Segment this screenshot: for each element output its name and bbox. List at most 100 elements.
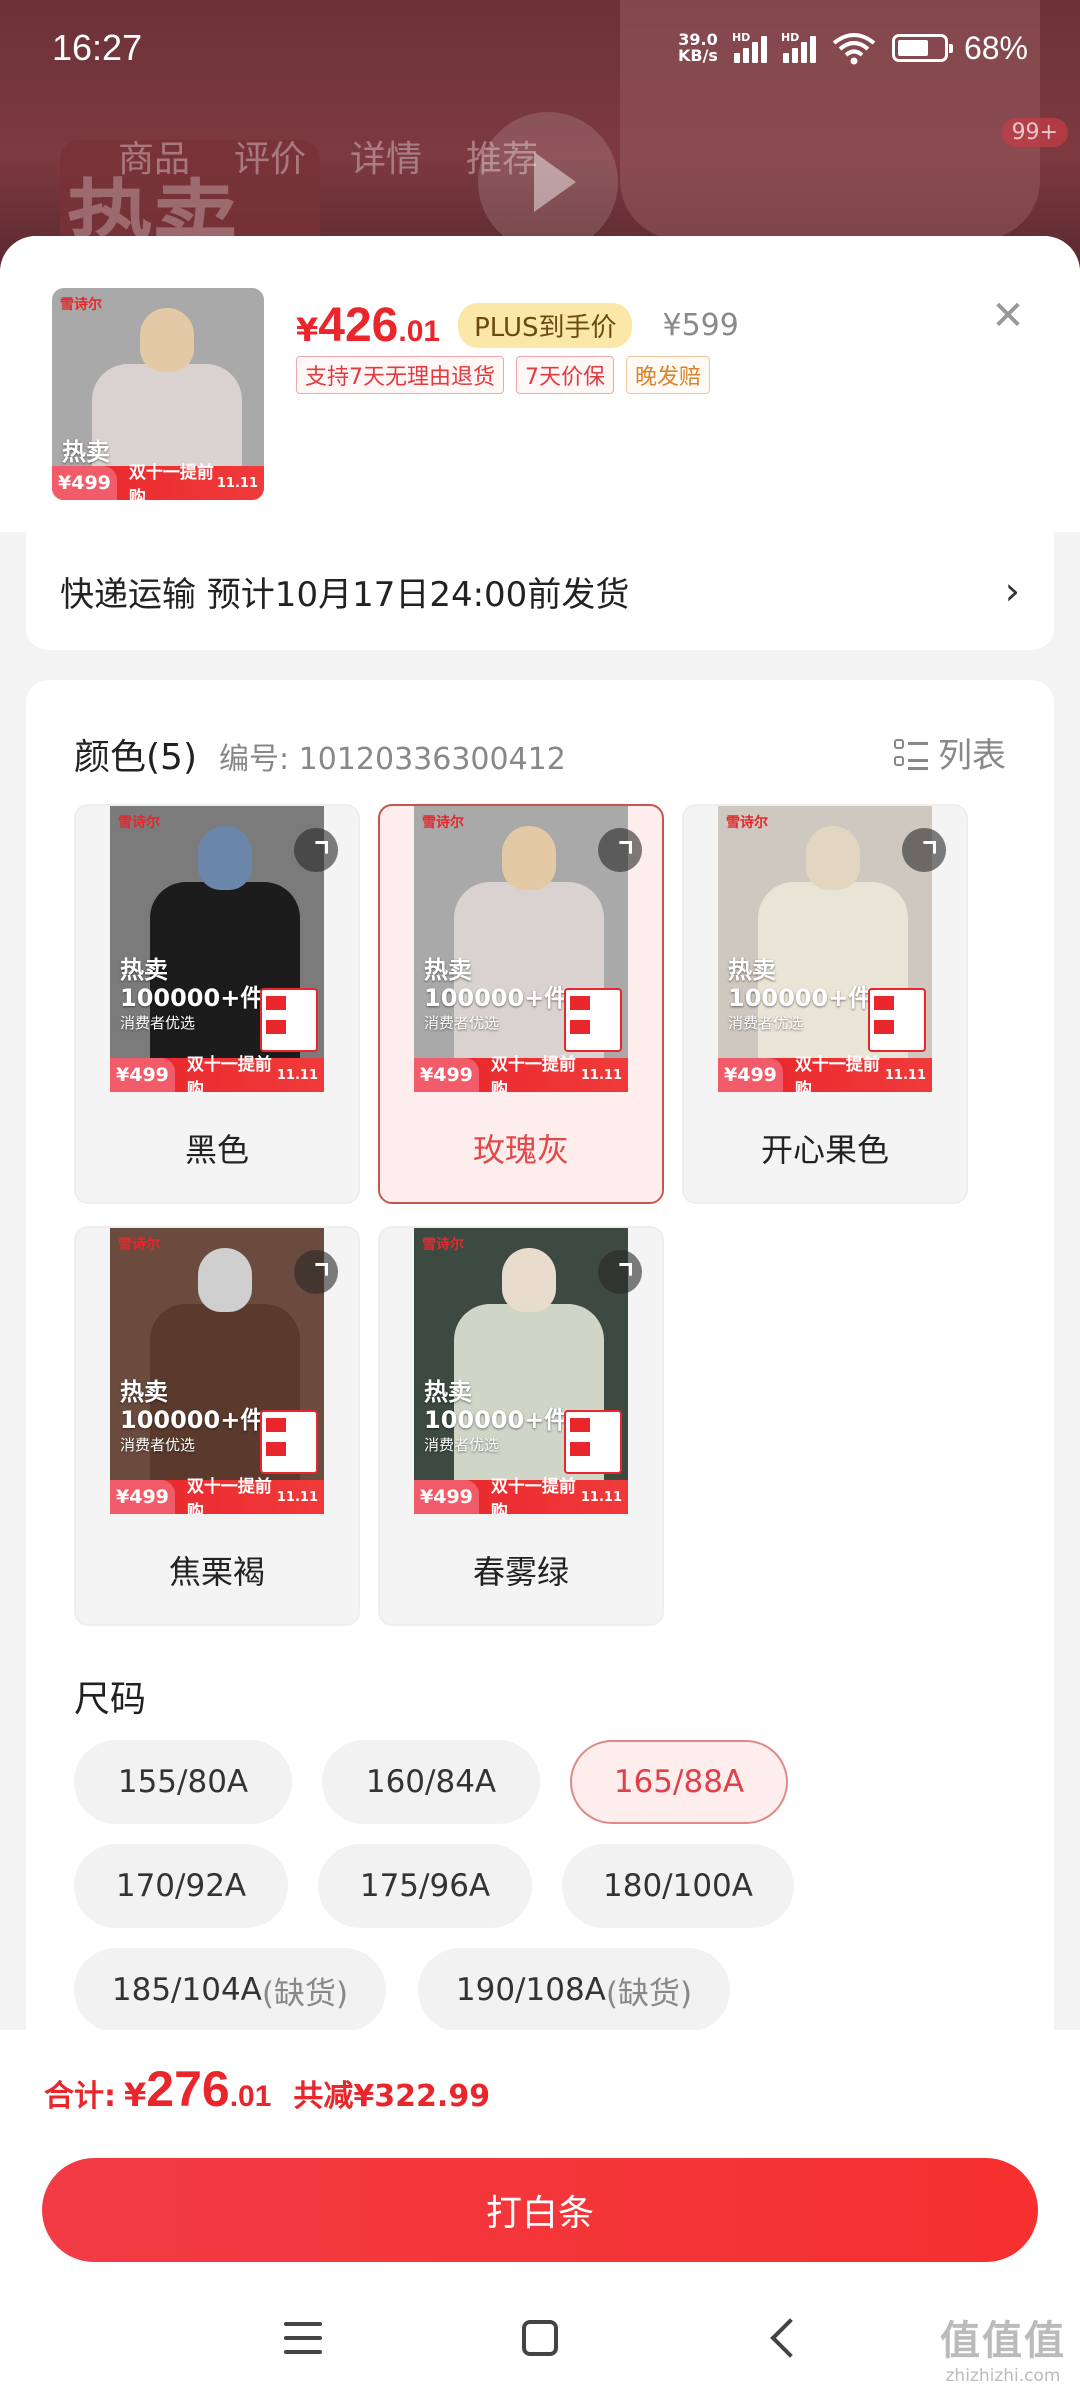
banner-badge: 11.11 [216,475,258,491]
status-time: 16:27 [52,27,143,68]
service-tags: 支持7天无理由退货 7天价保 晚发赔 [296,356,711,394]
size-option-160[interactable]: 160/84A [322,1740,540,1824]
total-currency: ¥ [124,2076,147,2114]
price-integer: 426 [318,299,399,352]
list-view-button[interactable]: 列表 [894,728,1006,777]
size-option-155[interactable]: 155/80A [74,1740,292,1824]
system-nav-bar [0,2270,1080,2400]
plus-price-badge: PLUS到手价 [458,303,633,348]
size-option-165[interactable]: 165/88A [570,1740,788,1824]
color-option-rose-gray[interactable]: 雪诗尔 热卖 100000+件 消费者优选 ¥499 双十一提前购 11.11 玫瑰灰 [378,804,664,1204]
banner-price: ¥499 [110,1058,175,1092]
price-currency: ¥ [296,311,319,349]
head-shape [502,826,556,890]
color-title: 颜色(5) [74,737,197,778]
color-option-label: 春雾绿 [380,1514,662,1624]
size-option-190[interactable]: 190/108A (缺货) [418,1948,730,2032]
coupon-card [564,988,622,1052]
size-option-175[interactable]: 175/96A [318,1844,532,1928]
preferred-text: 消费者优选 [728,1014,804,1032]
product-thumbnail[interactable]: 雪诗尔热卖100000+件消费者优选¥499双十一提前购11.11 [52,288,264,500]
expand-icon[interactable] [902,828,946,872]
expand-icon[interactable] [294,828,338,872]
size-option-185[interactable]: 185/104A (缺货) [74,1948,386,2032]
coupon-card [260,988,318,1052]
size-option-180[interactable]: 180/100A [562,1844,794,1928]
total-row: 合计: ¥ 276 .01 共减¥322.99 [44,2060,490,2118]
promo-banner: ¥499 双十一提前购 11.11 [414,1055,628,1092]
color-header: 颜色(5) 编号: 10120336300412 [74,728,566,780]
color-option-label: 焦栗褐 [76,1514,358,1624]
tab-reviews: 评价 [234,139,307,180]
color-option-mist-green[interactable]: 雪诗尔 热卖 100000+件 消费者优选 ¥499 双十一提前购 11.11 春雾绿 [378,1226,664,1626]
sku-number: 编号: 10120336300412 [219,742,566,777]
banner-text: 双十一提前购 [128,463,214,500]
head-shape [502,1248,556,1312]
size-title: 尺码 [74,1679,147,1720]
preferred-text: 消费者优选 [120,1436,196,1454]
coupon-card [260,1410,318,1474]
brand-logo: 雪诗尔 [726,815,768,831]
expand-icon[interactable] [294,1250,338,1294]
total-discount: 共减¥322.99 [293,2079,491,2114]
banner-text: 双十一提前购 [490,1055,576,1092]
home-icon[interactable] [522,2320,558,2356]
total-label: 合计: [44,2079,116,2114]
preferred-text: 消费者优选 [424,1014,500,1032]
promo-banner: ¥499 双十一提前购 11.11 [110,1477,324,1514]
pay-with-baitiao-button[interactable]: 打白条 [42,2158,1038,2262]
cart-count-badge: 99+ [1001,118,1068,147]
head-shape [806,826,860,890]
brand-logo: 雪诗尔 [422,815,464,831]
color-option-label: 开心果色 [684,1092,966,1202]
banner-badge: 11.11 [580,1067,622,1083]
expand-icon[interactable] [598,828,642,872]
original-price: ¥599 [662,308,739,343]
background-tabs: 商品 评价 详情 推荐 [118,130,538,182]
close-icon[interactable]: ✕ [988,296,1028,336]
tag-late-compensation: 晚发赔 [626,356,711,394]
battery-percent: 68% [963,29,1028,66]
product-photo: 雪诗尔热卖100000+件消费者优选 ¥499 双十一提前购11.11 [414,806,628,1092]
banner-text: 双十一提前购 [490,1477,576,1514]
brand-logo: 雪诗尔 [60,297,102,313]
signal-icon-2: HD [781,31,816,63]
size-option-170[interactable]: 170/92A [74,1844,288,1928]
play-icon [478,112,618,252]
color-option-chestnut[interactable]: 雪诗尔 热卖 100000+件 消费者优选 ¥499 双十一提前购 11.11 焦栗褐 [74,1226,360,1626]
network-speed: 39.0 KB/s [677,30,718,65]
color-option-pistachio[interactable]: 雪诗尔 热卖 100000+件 消费者优选 ¥499 双十一提前购 11.11 开心果色 [682,804,968,1204]
brand-logo: 雪诗尔 [118,815,160,831]
banner-badge: 11.11 [580,1489,622,1505]
product-photo: 雪诗尔热卖100000+件消费者优选 ¥499 双十一提前购11.11 [110,1228,324,1514]
color-option-black[interactable]: 雪诗尔 热卖 100000+件 消费者优选 ¥499 双十一提前购 11.11 黑色 [74,804,360,1204]
color-option-label: 黑色 [76,1092,358,1202]
recents-icon[interactable] [284,2322,322,2356]
banner-text: 双十一提前购 [186,1477,272,1514]
expand-icon[interactable] [598,1250,642,1294]
banner-badge: 11.11 [884,1067,926,1083]
out-of-stock-note: (缺货) [261,1975,349,2012]
preferred-text: 消费者优选 [120,1014,196,1032]
tab-details: 详情 [350,139,423,180]
out-of-stock-note: (缺货) [605,1975,693,2012]
total-integer: 276 [146,2061,230,2117]
banner-price: ¥499 [718,1058,783,1092]
head-shape [198,826,252,890]
tab-product: 商品 [118,139,191,180]
banner-price: ¥499 [110,1480,175,1514]
banner-price: ¥499 [414,1058,479,1092]
coupon-card [564,1410,622,1474]
banner-price: ¥499 [414,1480,479,1514]
tag-price-protect: 7天价保 [516,356,614,394]
signal-icon: HD [732,31,767,63]
brand-logo: 雪诗尔 [422,1237,464,1253]
hot-sale-text: 热卖100000+件 [424,956,569,1012]
status-bar: 16:27 39.0 KB/s HD HD 68% [0,0,1080,96]
back-icon[interactable] [764,2318,804,2358]
promo-banner: ¥499 双十一提前购 11.11 [110,1055,324,1092]
shipping-row[interactable]: 快递运输 预计10月17日24:00前发货 › [26,532,1054,650]
hot-sale-text: 热卖100000+件 [728,956,873,1012]
list-view-label: 列表 [938,736,1006,776]
battery-icon [891,34,953,62]
